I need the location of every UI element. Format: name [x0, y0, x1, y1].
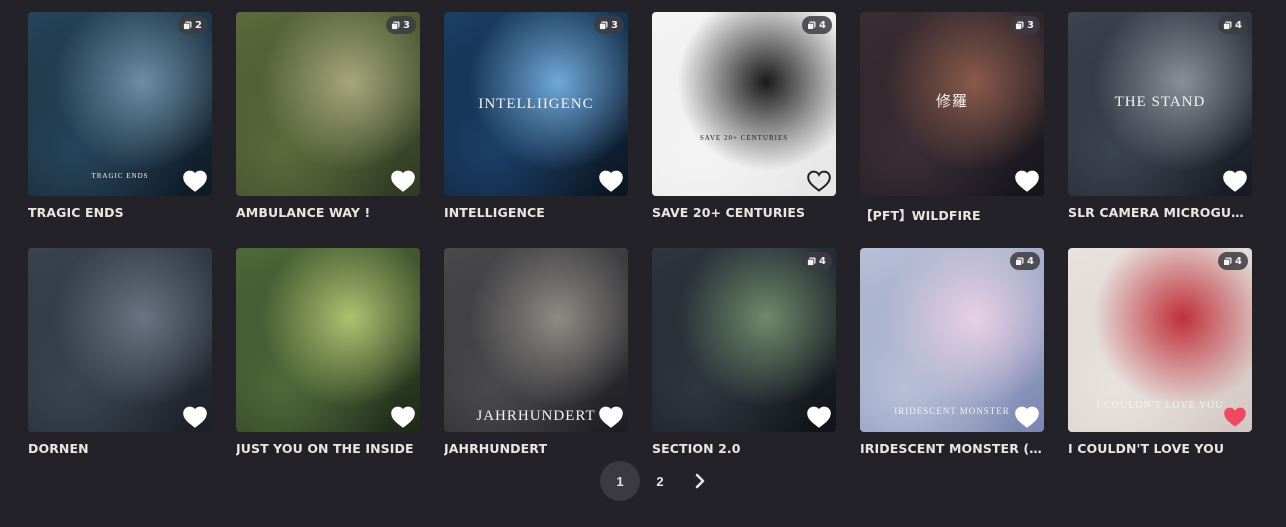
- album-title[interactable]: JUST YOU ON THE INSIDE: [236, 441, 420, 459]
- page-2-button[interactable]: 2: [640, 461, 680, 501]
- album-card[interactable]: IRIDESCENT MONSTER 4 IRIDESCENT MONSTER (A…: [860, 248, 1044, 484]
- album-grid: TRAGIC ENDS 2 TRAGIC ENDS 3 AMBULANCE WAY ! I…: [28, 12, 1260, 484]
- heart-icon[interactable]: [1222, 169, 1248, 193]
- image-count-badge: 4: [802, 16, 832, 34]
- heart-filled-icon[interactable]: [1222, 405, 1248, 429]
- heart-icon[interactable]: [1014, 405, 1040, 429]
- heart-icon[interactable]: [1014, 169, 1040, 193]
- album-card[interactable]: SAVE 20+ CENTURIES 4 SAVE 20+ CENTURIES: [652, 12, 836, 248]
- image-count-badge: 2: [178, 16, 208, 34]
- image-count-badge: 4: [802, 252, 832, 270]
- album-cover[interactable]: 4: [652, 248, 836, 432]
- album-title[interactable]: INTELLIGENCE: [444, 205, 628, 223]
- album-card[interactable]: I COULDN'T LOVE YOU 4 I COULDN'T LOVE YOU: [1068, 248, 1252, 484]
- image-count: 4: [1235, 255, 1242, 267]
- heart-icon[interactable]: [806, 405, 832, 429]
- cover-text: INTELLIIGENC: [478, 96, 594, 112]
- album-title[interactable]: IRIDESCENT MONSTER (A...: [860, 441, 1044, 459]
- image-count-badge: 4: [1218, 252, 1248, 270]
- album-cover[interactable]: SAVE 20+ CENTURIES 4: [652, 12, 836, 196]
- cover-text: THE STAND: [1114, 94, 1206, 110]
- image-count: 3: [611, 19, 618, 31]
- images-icon: [1015, 21, 1024, 30]
- album-title[interactable]: DORNEN: [28, 441, 212, 459]
- image-count: 4: [1027, 255, 1034, 267]
- image-count: 3: [403, 19, 410, 31]
- cover-text: 修羅: [935, 94, 968, 110]
- album-card[interactable]: TRAGIC ENDS 2 TRAGIC ENDS: [28, 12, 212, 248]
- image-count: 4: [819, 255, 826, 267]
- images-icon: [807, 21, 816, 30]
- next-page-button[interactable]: [680, 461, 720, 501]
- cover-text: SAVE 20+ CENTURIES: [699, 134, 789, 142]
- images-icon: [599, 21, 608, 30]
- album-title[interactable]: SECTION 2.0: [652, 441, 836, 459]
- album-card[interactable]: DORNEN: [28, 248, 212, 484]
- album-cover[interactable]: THE STAND 4: [1068, 12, 1252, 196]
- image-count: 4: [1235, 19, 1242, 31]
- image-count-badge: 3: [594, 16, 624, 34]
- album-card[interactable]: THE STAND 4 SLR CAMERA MICROGUN ...: [1068, 12, 1252, 248]
- images-icon: [1015, 257, 1024, 266]
- chevron-right-icon: [695, 473, 705, 489]
- album-cover[interactable]: 修羅 3: [860, 12, 1044, 196]
- images-icon: [1223, 21, 1232, 30]
- album-cover[interactable]: 3: [236, 12, 420, 196]
- album-cover[interactable]: I COULDN'T LOVE YOU 4: [1068, 248, 1252, 432]
- heart-icon[interactable]: [390, 169, 416, 193]
- album-cover[interactable]: INTELLIIGENC 3: [444, 12, 628, 196]
- image-count-badge: 3: [386, 16, 416, 34]
- album-card[interactable]: 修羅 3 【PFT】WILDFIRE: [860, 12, 1044, 248]
- heart-icon[interactable]: [806, 169, 832, 193]
- images-icon: [807, 257, 816, 266]
- album-cover[interactable]: IRIDESCENT MONSTER 4: [860, 248, 1044, 432]
- image-count-badge: 4: [1010, 252, 1040, 270]
- images-icon: [1223, 257, 1232, 266]
- album-card[interactable]: 4 SECTION 2.0: [652, 248, 836, 484]
- images-icon: [391, 21, 400, 30]
- album-card[interactable]: 3 AMBULANCE WAY !: [236, 12, 420, 248]
- image-count: 4: [819, 19, 826, 31]
- album-cover[interactable]: JAHRHUNDERT: [444, 248, 628, 432]
- album-card[interactable]: JUST YOU ON THE INSIDE: [236, 248, 420, 484]
- image-count: 3: [1027, 19, 1034, 31]
- heart-icon[interactable]: [598, 169, 624, 193]
- image-count-badge: 3: [1010, 16, 1040, 34]
- heart-icon[interactable]: [598, 405, 624, 429]
- image-count-badge: 4: [1218, 16, 1248, 34]
- album-cover[interactable]: [28, 248, 212, 432]
- album-cover[interactable]: [236, 248, 420, 432]
- heart-icon[interactable]: [390, 405, 416, 429]
- pagination: 1 2: [600, 461, 720, 501]
- album-title[interactable]: 【PFT】WILDFIRE: [860, 205, 1044, 223]
- page-1-button[interactable]: 1: [600, 461, 640, 501]
- album-title[interactable]: I COULDN'T LOVE YOU: [1068, 441, 1252, 459]
- image-count: 2: [195, 19, 202, 31]
- album-cover[interactable]: TRAGIC ENDS 2: [28, 12, 212, 196]
- album-card[interactable]: INTELLIIGENC 3 INTELLIGENCE: [444, 12, 628, 248]
- album-title[interactable]: SLR CAMERA MICROGUN ...: [1068, 205, 1252, 223]
- album-title[interactable]: SAVE 20+ CENTURIES: [652, 205, 836, 223]
- images-icon: [183, 21, 192, 30]
- album-title[interactable]: AMBULANCE WAY !: [236, 205, 420, 223]
- heart-icon[interactable]: [182, 169, 208, 193]
- album-title[interactable]: TRAGIC ENDS: [28, 205, 212, 223]
- album-title[interactable]: JAHRHUNDERT: [444, 441, 628, 459]
- album-card[interactable]: JAHRHUNDERT JAHRHUNDERT: [444, 248, 628, 484]
- heart-icon[interactable]: [182, 405, 208, 429]
